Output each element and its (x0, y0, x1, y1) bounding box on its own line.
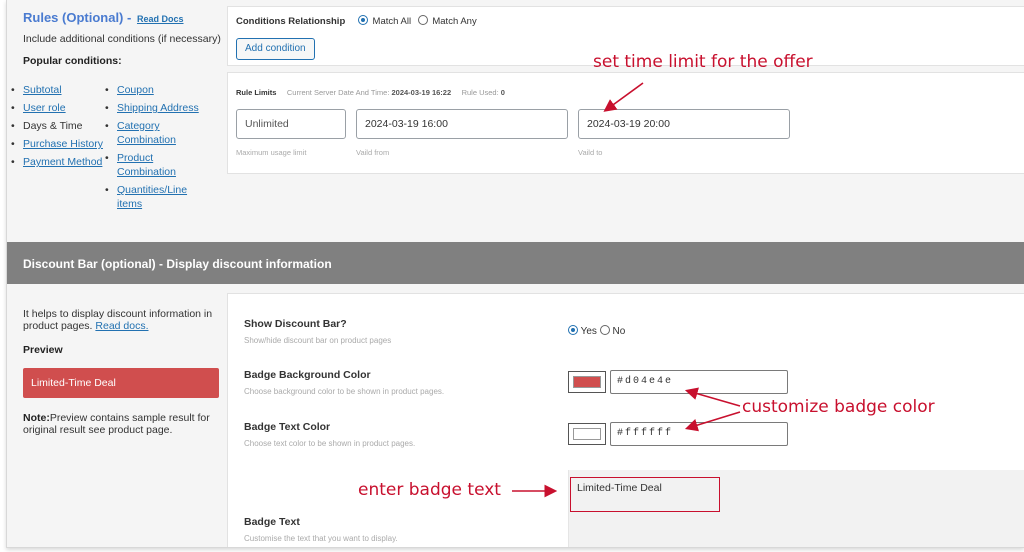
condition-shipping-address-link[interactable]: Shipping Address (117, 102, 199, 114)
rule-limits-panel: Rule Limits Current Server Date And Time… (227, 72, 1024, 174)
badge-bg-color-desc: Choose background color to be shown in p… (244, 387, 445, 396)
server-time-label: Current Server Date And Time: (286, 88, 390, 97)
no-label: No (612, 326, 626, 337)
conditions-column-1: Subtotal User role Days & Time Purchase … (9, 83, 109, 173)
discount-bar-read-docs-link[interactable]: Read docs. (95, 320, 148, 332)
condition-item[interactable]: Subtotal (9, 83, 109, 97)
badge-text-highlight-box (570, 477, 720, 512)
condition-quantities-link[interactable]: Quantities/Line items (117, 184, 187, 210)
condition-coupon-link[interactable]: Coupon (117, 84, 154, 96)
settings-frame: Rules (Optional) - Read Docs Include add… (6, 0, 1024, 548)
rule-used-value: 0 (500, 88, 505, 97)
show-discount-bar-desc: Show/hide discount bar on product pages (244, 336, 392, 345)
no-radio[interactable] (599, 325, 610, 335)
condition-item: Days & Time (9, 119, 109, 133)
annotation-badge-text: enter badge text (358, 480, 501, 500)
rule-used-label: Rule Used: (461, 88, 499, 97)
condition-days-time: Days & Time (23, 120, 83, 132)
show-discount-bar-label: Show Discount Bar? (244, 318, 347, 330)
condition-item[interactable]: Purchase History (9, 137, 109, 151)
condition-product-combination-link[interactable]: Product Combination (117, 152, 176, 178)
rules-description: Include additional conditions (if necess… (23, 33, 221, 45)
condition-item[interactable]: Payment Method (9, 155, 109, 169)
badge-text-color-preview (573, 428, 601, 440)
badge-bg-color-input[interactable]: #d04e4e (610, 370, 788, 394)
preview-label: Preview (23, 344, 63, 356)
condition-user-role-link[interactable]: User role (23, 102, 66, 114)
rules-title-text: Rules (Optional) (23, 10, 124, 25)
show-discount-bar-toggle: Yes No (568, 325, 625, 337)
condition-payment-method-link[interactable]: Payment Method (23, 156, 102, 168)
discount-bar-help: It helps to display discount information… (23, 308, 219, 332)
rule-limits-label: Rule Limits (236, 88, 277, 97)
condition-subtotal-link[interactable]: Subtotal (23, 84, 62, 96)
yes-label: Yes (580, 326, 597, 337)
valid-from-input[interactable]: 2024-03-19 16:00 (356, 109, 568, 139)
annotation-badge-color: customize badge color (742, 397, 935, 417)
preview-note: Note:Preview contains sample result for … (23, 412, 219, 436)
match-any-radio[interactable] (417, 15, 428, 25)
rule-limits-header: Rule Limits Current Server Date And Time… (236, 88, 505, 97)
note-text: Preview contains sample result for origi… (23, 412, 210, 436)
badge-text-color-label: Badge Text Color (244, 421, 331, 433)
match-any-label: Match Any (432, 16, 477, 27)
badge-text-color-swatch[interactable] (568, 423, 606, 445)
badge-bg-color-label: Badge Background Color (244, 369, 371, 381)
condition-item[interactable]: Quantities/Line items (103, 183, 193, 211)
conditions-relationship-label: Conditions Relationship (236, 16, 346, 27)
condition-item[interactable]: Product Combination (103, 151, 183, 179)
badge-text-label: Badge Text (244, 516, 300, 528)
rules-info: Rules (Optional) - Read Docs Include add… (11, 10, 223, 210)
preview-badge: Limited-Time Deal (23, 368, 219, 398)
popular-conditions-label: Popular conditions: (23, 55, 122, 67)
valid-to-input[interactable]: 2024-03-19 20:00 (578, 109, 790, 139)
match-all-radio[interactable] (357, 15, 368, 25)
match-all-label: Match All (372, 16, 412, 27)
condition-item[interactable]: Shipping Address (103, 101, 203, 115)
rules-read-docs-link[interactable]: Read Docs (137, 14, 184, 24)
usage-limit-input[interactable]: Unlimited (236, 109, 346, 139)
condition-item[interactable]: User role (9, 101, 109, 115)
conditions-relationship: Conditions Relationship Match All Match … (236, 15, 477, 27)
badge-text-color-desc: Choose text color to be shown in product… (244, 439, 416, 448)
annotation-time-limit: set time limit for the offer (593, 52, 813, 72)
condition-category-combination-link[interactable]: Category Combination (117, 120, 176, 146)
condition-item[interactable]: Coupon (103, 83, 203, 97)
yes-radio[interactable] (568, 325, 578, 335)
badge-text-color-input[interactable]: #ffffff (610, 422, 788, 446)
valid-from-caption: Vaild from (356, 148, 390, 157)
rules-title: Rules (Optional) - Read Docs (23, 10, 223, 25)
badge-text-desc: Customise the text that you want to disp… (244, 534, 398, 543)
discount-bar-header: Discount Bar (optional) - Display discou… (7, 242, 1024, 284)
note-label: Note: (23, 412, 50, 424)
usage-limit-caption: Maximum usage limit (236, 148, 307, 157)
server-time-value: 2024-03-19 16:22 (391, 88, 452, 97)
add-condition-button[interactable]: Add condition (236, 38, 315, 60)
badge-bg-color-preview (573, 376, 601, 388)
valid-to-caption: Vaild to (578, 148, 603, 157)
condition-purchase-history-link[interactable]: Purchase History (23, 138, 103, 150)
conditions-column-2: Coupon Shipping Address Category Combina… (103, 83, 203, 215)
badge-bg-color-swatch[interactable] (568, 371, 606, 393)
rules-title-dash: - (127, 10, 132, 25)
condition-item[interactable]: Category Combination (103, 119, 183, 147)
discount-bar-info: It helps to display discount information… (23, 308, 219, 436)
